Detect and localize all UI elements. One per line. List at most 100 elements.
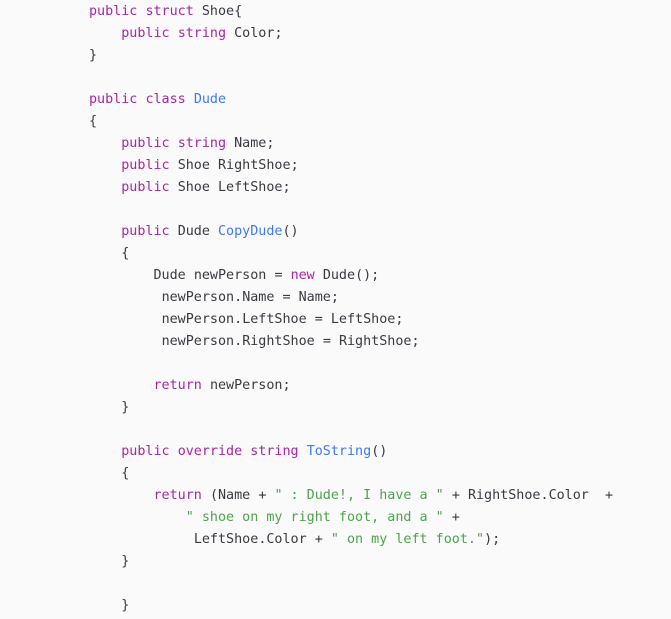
code-token: ; bbox=[330, 290, 339, 305]
code-token: } bbox=[121, 598, 130, 613]
code-block[interactable]: public struct Shoe { public string Color;… bbox=[89, 1, 613, 617]
code-line: } bbox=[89, 397, 613, 419]
code-token: override bbox=[177, 444, 243, 459]
code-token: Color bbox=[548, 488, 589, 503]
code-token: (); bbox=[355, 268, 380, 283]
code-token: Dude bbox=[153, 268, 186, 283]
code-line: } bbox=[89, 595, 613, 617]
code-token: = bbox=[282, 290, 291, 305]
code-token: () bbox=[371, 444, 388, 459]
code-token: . bbox=[234, 334, 243, 349]
code-token: ; bbox=[395, 312, 404, 327]
code-viewer[interactable]: public struct Shoe { public string Color;… bbox=[0, 0, 671, 619]
code-line: LeftShoe.Color + " on my left foot."); bbox=[89, 529, 613, 551]
code-token: Name bbox=[234, 136, 267, 151]
code-token: struct bbox=[145, 4, 194, 19]
code-line: } bbox=[89, 45, 613, 67]
code-token: LeftShoe bbox=[218, 180, 283, 195]
code-token: public bbox=[121, 136, 170, 151]
code-token: return bbox=[153, 488, 202, 503]
code-token: newPerson bbox=[209, 378, 283, 393]
code-line: } bbox=[89, 551, 613, 573]
code-token: RightShoe bbox=[218, 158, 291, 173]
code-token: CopyDude bbox=[218, 224, 283, 239]
code-token: ; bbox=[282, 180, 291, 195]
code-token: public bbox=[121, 180, 170, 195]
code-token: Dude bbox=[193, 92, 227, 107]
code-token: class bbox=[145, 92, 186, 107]
code-line: public Shoe RightShoe; bbox=[89, 155, 613, 177]
code-token: + bbox=[605, 488, 614, 503]
code-line: return newPerson; bbox=[89, 375, 613, 397]
code-token: public bbox=[121, 224, 170, 239]
code-token: . bbox=[540, 488, 549, 503]
code-token: string bbox=[250, 444, 299, 459]
code-line: public string Color; bbox=[89, 23, 613, 45]
code-line: { bbox=[89, 463, 613, 485]
code-token: Dude bbox=[177, 224, 210, 239]
code-line: newPerson.Name = Name; bbox=[89, 287, 613, 309]
code-token: newPerson bbox=[193, 268, 267, 283]
code-token: . bbox=[234, 312, 243, 327]
code-token: + bbox=[314, 532, 323, 547]
code-token: { bbox=[121, 246, 130, 261]
code-token: LeftShoe bbox=[330, 312, 396, 327]
code-line: newPerson.LeftShoe = LeftShoe; bbox=[89, 309, 613, 331]
code-token: = bbox=[322, 334, 331, 349]
code-line: { bbox=[89, 111, 613, 133]
code-token: " shoe on my right foot, and a " bbox=[185, 510, 444, 525]
code-line: newPerson.RightShoe = RightShoe; bbox=[89, 331, 613, 353]
code-token: public bbox=[89, 4, 138, 19]
code-token: } bbox=[89, 48, 98, 63]
code-token: { bbox=[121, 466, 130, 481]
code-token: newPerson bbox=[161, 334, 235, 349]
code-token: newPerson bbox=[161, 312, 235, 327]
code-token: new bbox=[290, 268, 315, 283]
code-token: " on my left foot." bbox=[330, 532, 485, 547]
code-line: public Dude CopyDude() bbox=[89, 221, 613, 243]
code-token: Color bbox=[234, 26, 275, 41]
code-token: return bbox=[153, 378, 202, 393]
code-line: return (Name + " : Dude!, I have a " + R… bbox=[89, 485, 614, 507]
code-token: Shoe bbox=[201, 4, 235, 19]
code-line: public class Dude bbox=[89, 89, 613, 111]
code-token: . bbox=[234, 290, 243, 305]
